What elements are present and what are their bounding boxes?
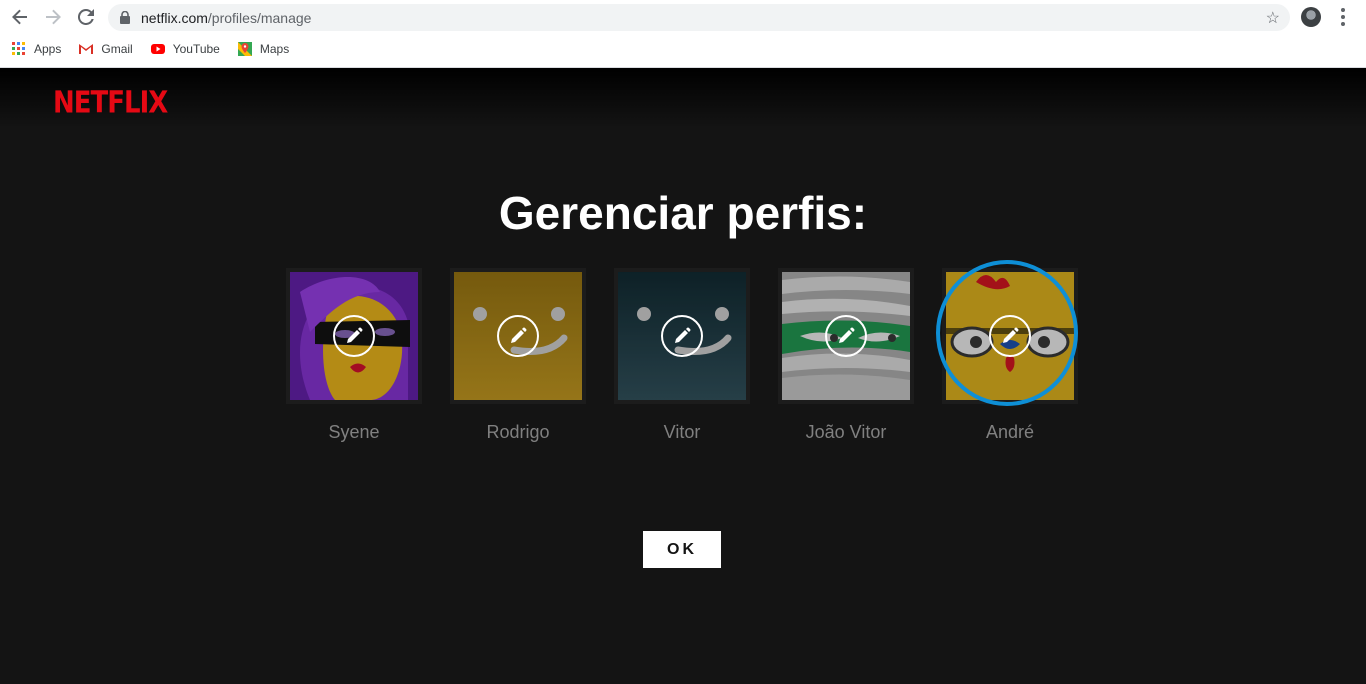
bookmark-youtube[interactable]: YouTube bbox=[150, 42, 220, 56]
account-avatar[interactable] bbox=[1301, 7, 1321, 27]
avatar[interactable] bbox=[778, 268, 914, 404]
profile-andre[interactable]: André bbox=[936, 260, 1078, 443]
bookmark-maps[interactable]: Maps bbox=[237, 42, 289, 56]
bookmark-star-icon[interactable]: ☆ bbox=[1266, 8, 1280, 28]
edit-pencil-icon[interactable] bbox=[497, 315, 539, 357]
gmail-icon bbox=[79, 44, 94, 54]
avatar[interactable] bbox=[450, 268, 586, 404]
url-text: netflix.com/profiles/manage bbox=[141, 10, 312, 26]
netflix-page: NETFLIX Gerenciar perfis: Syene Rodrigo … bbox=[0, 68, 1366, 684]
profile-name: João Vitor bbox=[805, 422, 887, 442]
edit-overlay[interactable] bbox=[782, 272, 910, 400]
back-arrow-icon[interactable] bbox=[7, 4, 33, 30]
profile-joao-vitor[interactable]: João Vitor bbox=[778, 268, 914, 443]
edit-overlay[interactable] bbox=[946, 272, 1074, 400]
apps-grid-icon bbox=[12, 42, 26, 56]
profile-name: Syene bbox=[328, 422, 380, 442]
edit-overlay[interactable] bbox=[618, 272, 746, 400]
profiles-list: Syene Rodrigo Vitor João Vitor André bbox=[286, 260, 1078, 443]
edit-pencil-icon[interactable] bbox=[333, 315, 375, 357]
profile-name: Rodrigo bbox=[486, 422, 550, 442]
avatar[interactable] bbox=[286, 268, 422, 404]
avatar[interactable] bbox=[614, 268, 750, 404]
profile-rodrigo[interactable]: Rodrigo bbox=[450, 268, 586, 443]
reload-icon[interactable] bbox=[73, 4, 99, 30]
forward-arrow-icon[interactable] bbox=[40, 4, 66, 30]
edit-pencil-icon[interactable] bbox=[825, 315, 867, 357]
bookmarks-bar: Apps Gmail YouTube Maps bbox=[12, 39, 289, 59]
youtube-icon bbox=[150, 44, 165, 54]
bookmark-apps[interactable]: Apps bbox=[12, 42, 61, 56]
page-title: Gerenciar perfis: bbox=[498, 187, 868, 239]
browser-menu-icon[interactable] bbox=[1336, 6, 1350, 28]
maps-icon bbox=[237, 42, 252, 56]
profile-vitor[interactable]: Vitor bbox=[614, 268, 750, 443]
lock-icon bbox=[120, 11, 130, 24]
edit-pencil-icon[interactable] bbox=[989, 315, 1031, 357]
address-bar[interactable]: netflix.com/profiles/manage ☆ bbox=[108, 4, 1290, 31]
profile-name: Vitor bbox=[663, 422, 701, 442]
ok-button[interactable]: OK bbox=[643, 531, 721, 568]
profile-name: André bbox=[985, 422, 1035, 442]
browser-chrome: netflix.com/profiles/manage ☆ Apps Gmail… bbox=[0, 0, 1366, 68]
edit-pencil-icon[interactable] bbox=[661, 315, 703, 357]
avatar[interactable] bbox=[942, 268, 1078, 404]
edit-overlay[interactable] bbox=[290, 272, 418, 400]
bookmark-gmail[interactable]: Gmail bbox=[79, 42, 133, 56]
edit-overlay[interactable] bbox=[454, 272, 582, 400]
netflix-logo[interactable]: NETFLIX bbox=[53, 86, 168, 121]
profile-syene[interactable]: Syene bbox=[286, 268, 422, 443]
